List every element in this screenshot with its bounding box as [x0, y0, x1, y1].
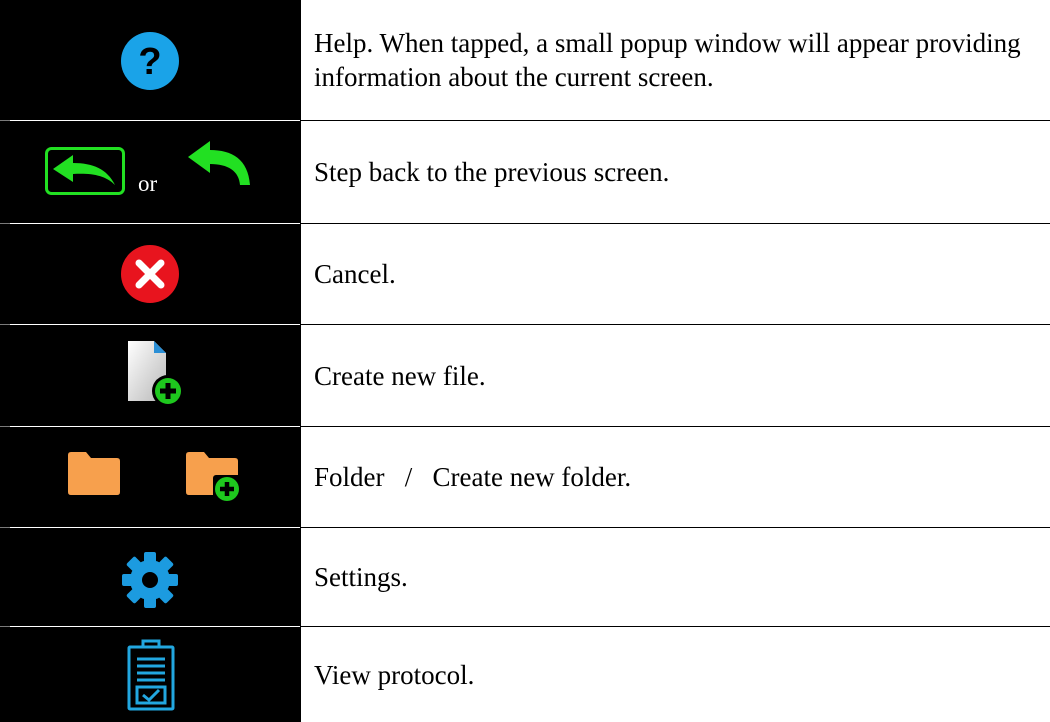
- icon-legend-table: ? Help. When tapped, a small popup windo…: [0, 0, 1050, 722]
- new-folder-icon: [186, 452, 241, 503]
- description-text: Step back to the previous screen.: [314, 157, 670, 187]
- legend-description: Cancel.: [300, 224, 1050, 324]
- description-text: Create new file.: [314, 360, 486, 391]
- new-file-icon: [128, 341, 184, 407]
- row-divider: [300, 527, 1050, 528]
- legend-description: Step back to the previous screen.: [300, 121, 1050, 223]
- row-tick: [0, 426, 10, 427]
- or-text: or: [138, 171, 158, 196]
- legend-description: Create new file.: [300, 325, 1050, 426]
- icon-cell: [0, 627, 300, 722]
- protocol-icon: [127, 639, 175, 711]
- description-text: View protocol.: [314, 659, 475, 690]
- row-divider: [300, 626, 1050, 627]
- back-button-icon: [45, 147, 125, 195]
- row-tick: [0, 626, 10, 627]
- row-tick: [0, 324, 10, 325]
- icon-cell: [0, 528, 300, 626]
- legend-row-protocol: View protocol.: [0, 627, 1050, 722]
- icon-cell: [0, 427, 300, 527]
- svg-text:?: ?: [138, 41, 161, 83]
- column-divider: [300, 0, 301, 722]
- cancel-icon: [121, 245, 179, 303]
- legend-row-help: ? Help. When tapped, a small popup windo…: [0, 0, 1050, 120]
- icon-cell: ?: [0, 0, 300, 120]
- row-tick: [0, 223, 10, 224]
- description-text: Help. When tapped, a small popup window …: [314, 28, 1028, 92]
- row-divider: [300, 426, 1050, 427]
- legend-description: Help. When tapped, a small popup window …: [300, 0, 1050, 120]
- icon-cell: [0, 224, 300, 324]
- legend-row-back: or Step back to the previous screen.: [0, 121, 1050, 223]
- row-tick: [0, 120, 10, 121]
- row-tick: [0, 527, 10, 528]
- description-text: Cancel.: [314, 259, 396, 289]
- legend-description: View protocol.: [300, 627, 1050, 722]
- legend-description: Settings.: [300, 528, 1050, 626]
- legend-row-cancel: Cancel.: [0, 224, 1050, 324]
- row-divider: [300, 223, 1050, 224]
- icon-cell: [0, 325, 300, 426]
- icon-cell: or: [0, 121, 300, 223]
- legend-description: Folder / Create new folder.: [300, 427, 1050, 527]
- legend-row-settings: Settings.: [0, 528, 1050, 626]
- folder-icon: [68, 452, 120, 495]
- settings-icon: [122, 552, 178, 608]
- description-text: Settings.: [314, 562, 408, 592]
- back-arrow-icon: [188, 141, 250, 185]
- legend-row-folder: Folder / Create new folder.: [0, 427, 1050, 527]
- row-divider: [300, 324, 1050, 325]
- row-divider: [300, 120, 1050, 121]
- legend-row-new-file: Create new file.: [0, 325, 1050, 426]
- description-text: Folder / Create new folder.: [314, 462, 632, 492]
- help-icon: ?: [121, 32, 179, 90]
